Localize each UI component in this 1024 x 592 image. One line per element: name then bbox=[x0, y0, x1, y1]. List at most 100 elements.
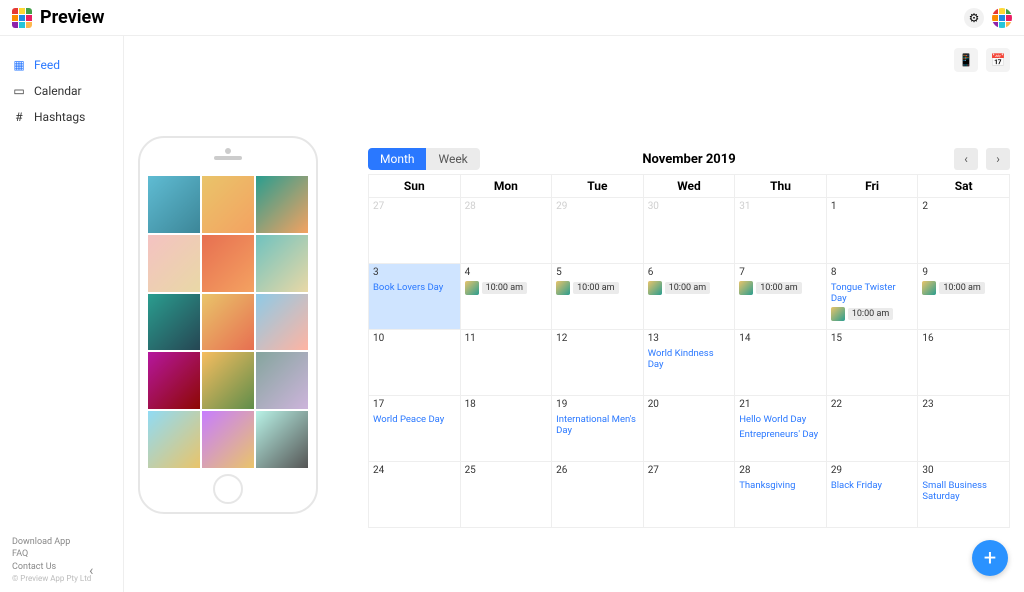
calendar-cell[interactable]: 9 10:00 am bbox=[918, 264, 1010, 330]
sidebar-item-label: Feed bbox=[34, 58, 60, 72]
calendar-cell[interactable]: 19International Men's Day bbox=[552, 396, 644, 462]
holiday-event[interactable]: Small Business Saturday bbox=[922, 480, 1005, 502]
calendar-cell[interactable]: 27 bbox=[369, 198, 461, 264]
feed-thumb[interactable] bbox=[256, 294, 308, 351]
feed-thumb[interactable] bbox=[256, 235, 308, 292]
calendar-cell[interactable]: 16 bbox=[918, 330, 1010, 396]
holiday-event[interactable]: World Peace Day bbox=[373, 414, 456, 425]
sidebar: ▦ Feed ▭ Calendar # Hashtags Download Ap… bbox=[0, 36, 124, 592]
avatar[interactable] bbox=[992, 8, 1012, 28]
calendar-cell[interactable]: 23 bbox=[918, 396, 1010, 462]
weekday-header: Tue bbox=[552, 175, 644, 198]
holiday-event[interactable]: International Men's Day bbox=[556, 414, 639, 436]
day-number: 29 bbox=[831, 465, 914, 476]
prev-month-button[interactable]: ‹ bbox=[954, 148, 978, 170]
sidebar-item-hashtags[interactable]: # Hashtags bbox=[12, 104, 111, 130]
day-number: 7 bbox=[739, 267, 822, 278]
footer-link[interactable]: Download App bbox=[12, 536, 91, 549]
sidebar-item-label: Hashtags bbox=[34, 110, 85, 124]
calendar-cell[interactable]: 28 bbox=[460, 198, 552, 264]
calendar-cell[interactable]: 610:00 am bbox=[643, 264, 735, 330]
day-number: 27 bbox=[373, 201, 456, 212]
day-number: 11 bbox=[465, 333, 548, 344]
holiday-event[interactable]: Entrepreneurs' Day bbox=[739, 429, 822, 440]
calendar-cell[interactable]: 15 bbox=[826, 330, 918, 396]
scheduled-post[interactable]: 10:00 am bbox=[922, 281, 1005, 295]
calendar-view-button[interactable]: 📅 bbox=[986, 48, 1010, 72]
calendar-cell[interactable]: 22 bbox=[826, 396, 918, 462]
feed-thumb[interactable] bbox=[202, 294, 254, 351]
gear-icon: ⚙ bbox=[969, 11, 980, 25]
holiday-event[interactable]: Book Lovers Day bbox=[373, 282, 456, 293]
day-number: 9 bbox=[922, 267, 1005, 278]
calendar-icon: 📅 bbox=[991, 53, 1006, 67]
calendar-cell[interactable]: 410:00 am bbox=[460, 264, 552, 330]
post-time: 10:00 am bbox=[665, 282, 710, 294]
add-button[interactable]: + bbox=[972, 540, 1008, 576]
calendar-cell[interactable]: 18 bbox=[460, 396, 552, 462]
calendar-cell[interactable]: 25 bbox=[460, 462, 552, 528]
calendar-cell[interactable]: 24 bbox=[369, 462, 461, 528]
calendar-cell[interactable]: 28 Thanksgiving bbox=[735, 462, 827, 528]
settings-button[interactable]: ⚙ bbox=[964, 8, 984, 28]
feed-thumb[interactable] bbox=[148, 352, 200, 409]
feed-thumb[interactable] bbox=[148, 176, 200, 233]
week-view-button[interactable]: Week bbox=[426, 148, 479, 170]
feed-thumb[interactable] bbox=[148, 235, 200, 292]
calendar-cell[interactable]: 29 bbox=[552, 198, 644, 264]
calendar-cell[interactable]: 1 bbox=[826, 198, 918, 264]
calendar-cell[interactable]: 31 bbox=[735, 198, 827, 264]
feed-thumb[interactable] bbox=[202, 352, 254, 409]
day-number: 28 bbox=[739, 465, 822, 476]
feed-thumb[interactable] bbox=[202, 235, 254, 292]
month-view-button[interactable]: Month bbox=[368, 148, 426, 170]
feed-thumb[interactable] bbox=[202, 176, 254, 233]
calendar-cell[interactable]: 21Hello World DayEntrepreneurs' Day bbox=[735, 396, 827, 462]
phone-view-button[interactable]: 📱 bbox=[954, 48, 978, 72]
scheduled-post[interactable]: 10:00 am bbox=[465, 281, 548, 295]
calendar-cell[interactable]: 8 Tongue Twister Day 10:00 am bbox=[826, 264, 918, 330]
calendar-cell[interactable]: 3Book Lovers Day bbox=[369, 264, 461, 330]
holiday-event[interactable]: Thanksgiving bbox=[739, 480, 822, 491]
footer-link[interactable]: FAQ bbox=[12, 548, 91, 561]
scheduled-post[interactable]: 10:00 am bbox=[556, 281, 639, 295]
calendar-cell[interactable]: 510:00 am bbox=[552, 264, 644, 330]
calendar-cell[interactable]: 7 10:00 am bbox=[735, 264, 827, 330]
feed-thumb[interactable] bbox=[148, 411, 200, 468]
footer-link[interactable]: Contact Us bbox=[12, 561, 91, 574]
calendar-cell[interactable]: 14 bbox=[735, 330, 827, 396]
calendar-cell[interactable]: 11 bbox=[460, 330, 552, 396]
copyright: © Preview App Pty Ltd bbox=[12, 574, 91, 583]
weekday-header: Sun bbox=[369, 175, 461, 198]
home-button-icon bbox=[213, 474, 243, 504]
calendar-cell[interactable]: 26 bbox=[552, 462, 644, 528]
feed-thumb[interactable] bbox=[202, 411, 254, 468]
feed-thumb[interactable] bbox=[256, 352, 308, 409]
feed-thumb[interactable] bbox=[148, 294, 200, 351]
scheduled-post[interactable]: 10:00 am bbox=[648, 281, 731, 295]
feed-thumb[interactable] bbox=[256, 411, 308, 468]
holiday-event[interactable]: Black Friday bbox=[831, 480, 914, 491]
scheduled-post[interactable]: 10:00 am bbox=[739, 281, 822, 295]
calendar-cell[interactable]: 12 bbox=[552, 330, 644, 396]
calendar-cell[interactable]: 10 bbox=[369, 330, 461, 396]
calendar-cell[interactable]: 17World Peace Day bbox=[369, 396, 461, 462]
holiday-event[interactable]: World Kindness Day bbox=[648, 348, 731, 370]
scheduled-post[interactable]: 10:00 am bbox=[831, 307, 914, 321]
calendar-cell[interactable]: 30 bbox=[643, 198, 735, 264]
holiday-event[interactable]: Tongue Twister Day bbox=[831, 282, 914, 304]
calendar-cell[interactable]: 27 bbox=[643, 462, 735, 528]
sidebar-item-calendar[interactable]: ▭ Calendar bbox=[12, 78, 111, 104]
calendar-cell[interactable]: 29 Black Friday bbox=[826, 462, 918, 528]
post-thumb-icon bbox=[739, 281, 753, 295]
next-month-button[interactable]: › bbox=[986, 148, 1010, 170]
calendar-cell[interactable]: 30Small Business Saturday bbox=[918, 462, 1010, 528]
calendar-cell[interactable]: 2 bbox=[918, 198, 1010, 264]
collapse-sidebar-button[interactable]: ‹ bbox=[89, 562, 93, 582]
sidebar-item-feed[interactable]: ▦ Feed bbox=[12, 52, 111, 78]
calendar-cell[interactable]: 20 bbox=[643, 396, 735, 462]
day-number: 8 bbox=[831, 267, 914, 278]
feed-thumb[interactable] bbox=[256, 176, 308, 233]
calendar-cell[interactable]: 13World Kindness Day bbox=[643, 330, 735, 396]
holiday-event[interactable]: Hello World Day bbox=[739, 414, 822, 425]
